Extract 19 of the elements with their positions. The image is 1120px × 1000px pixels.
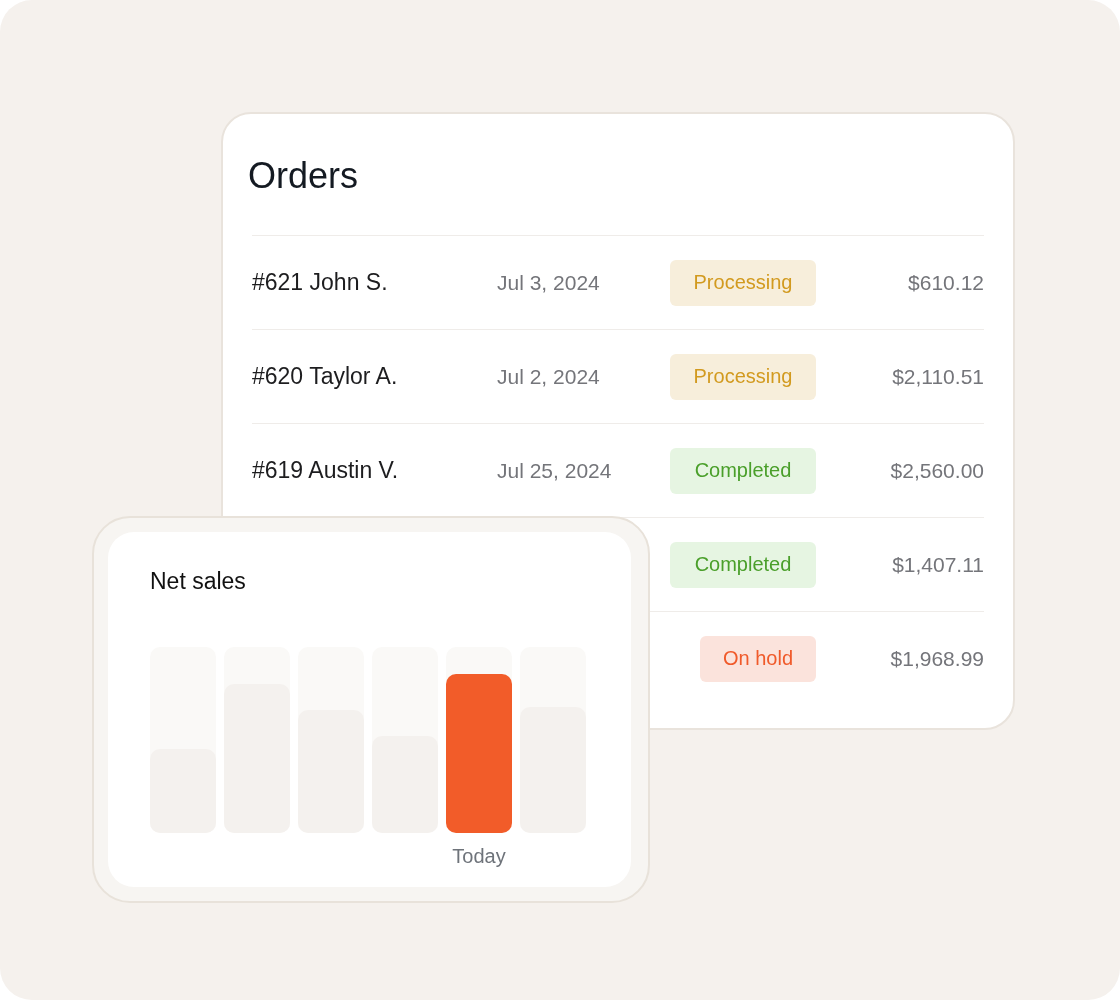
order-amount: $1,407.11 (892, 552, 984, 576)
order-name: #619 Austin V. (252, 457, 399, 483)
bar-label: Today (452, 845, 506, 867)
status-badge: Processing (670, 353, 816, 400)
order-amount: $2,110.51 (892, 364, 984, 388)
order-name: #621 John S. (252, 269, 388, 295)
order-amount: $610.12 (908, 270, 984, 294)
orders-title: Orders (248, 154, 360, 198)
status-badge: Completed (670, 447, 816, 494)
order-date: Jul 2, 2024 (497, 364, 600, 388)
status-badge: Processing (670, 259, 816, 306)
net-sales-title: Net sales (150, 567, 247, 596)
order-name: #620 Taylor A. (252, 363, 398, 389)
order-amount: $2,560.00 (890, 458, 984, 482)
order-date: Jul 25, 2024 (497, 458, 612, 482)
status-badge: Completed (670, 541, 816, 588)
status-badge: On hold (700, 635, 816, 682)
order-amount: $1,968.99 (890, 646, 984, 670)
order-date: Jul 3, 2024 (497, 270, 600, 294)
